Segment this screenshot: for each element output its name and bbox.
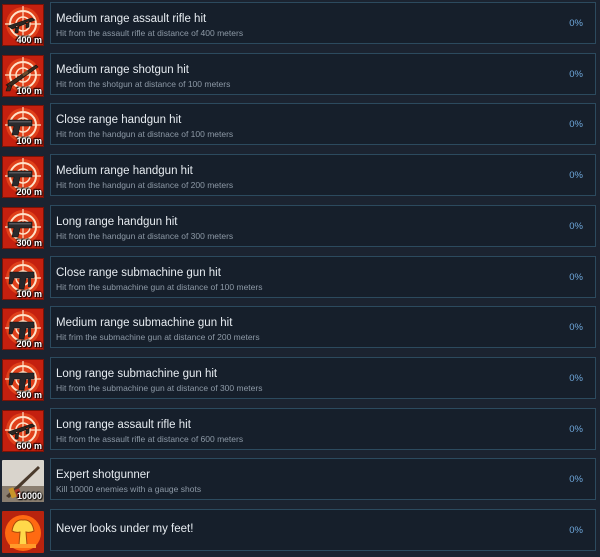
distance-badge: 400 m: [16, 35, 42, 45]
achievement-title: Close range handgun hit: [56, 114, 182, 127]
achievement-panel: Close range submachine gun hit Hit from t…: [50, 255, 596, 298]
handgun-target-icon: 300 m: [2, 206, 44, 249]
unlock-percentage: 0%: [569, 372, 583, 384]
submachine-gun-target-icon: 100 m: [2, 257, 44, 300]
achievement-panel: Close range handgun hit Hit from the hand…: [50, 103, 596, 146]
distance-badge: 300 m: [16, 389, 42, 400]
achievement-row: 100 m Medium range shotgun hit Hit from th…: [0, 52, 600, 99]
distance-badge: 10000: [16, 491, 42, 502]
achievement-title: Medium range assault rifle hit: [56, 13, 207, 25]
achievement-title: Expert shotgunner: [56, 469, 150, 482]
achievement-row: 600 m Long range assault rifle hit Hit fro…: [0, 407, 600, 454]
shotgun-target-icon: 100 m: [2, 54, 44, 97]
achievement-description: Hit from the assault rifle at distance o…: [56, 28, 244, 38]
achievement-title: Medium range submachine gun hit: [56, 317, 233, 330]
achievement-description: Hit from the handgun at distance of 200 …: [56, 180, 234, 191]
distance-badge: 100 m: [16, 288, 42, 299]
achievement-panel: Medium range handgun hit Hit from the han…: [50, 154, 596, 197]
achievement-title: Never looks under my feet!: [56, 523, 194, 535]
assault-rifle-target-icon: 400 m: [2, 4, 44, 46]
achievement-row: 300 m Long range handgun hit Hit from the …: [0, 204, 600, 251]
unlock-percentage: 0%: [569, 525, 583, 536]
achievement-title: Long range handgun hit: [56, 215, 178, 228]
handgun-target-icon: 200 m: [2, 156, 44, 199]
achievement-title: Medium range shotgun hit: [56, 63, 189, 76]
achievement-row: 200 m Medium range handgun hit Hit from th…: [0, 154, 600, 200]
unlock-percentage: 0%: [569, 220, 583, 232]
unlock-percentage: 0%: [569, 474, 583, 486]
explosion-icon: [2, 511, 44, 553]
achievement-panel: Medium range assault rifle hit Hit from t…: [50, 2, 596, 44]
distance-badge: 200 m: [16, 187, 42, 198]
achievement-panel: Long range handgun hit Hit from the handg…: [50, 204, 596, 247]
distance-badge: 100 m: [16, 136, 42, 147]
shotgun-shells-icon: 10000: [2, 460, 44, 503]
achievement-row: 100 m Close range handgun hit Hit from the…: [0, 103, 600, 149]
achievement-panel: Long range assault rifle hit Hit from the…: [50, 407, 596, 450]
distance-badge: 200 m: [16, 339, 42, 350]
distance-badge: 300 m: [16, 237, 42, 248]
assault-rifle-target-icon: 600 m: [2, 409, 44, 452]
unlock-percentage: 0%: [569, 271, 583, 283]
achievement-title: Close range submachine gun hit: [56, 266, 221, 279]
unlock-percentage: 0%: [569, 68, 583, 80]
achievement-description: Hit from the shotgun at distance of 100 …: [56, 78, 231, 89]
achievement-description: Hit from the assault rifle at distance o…: [56, 433, 244, 444]
achievement-panel: Never looks under my feet! 0%: [50, 509, 596, 551]
submachine-gun-target-icon: 200 m: [2, 308, 44, 351]
achievement-row: 200 m Medium range submachine gun hit Hit …: [0, 306, 600, 352]
achievement-row: 300 m Long range submachine gun hit Hit fr…: [0, 356, 600, 403]
achievement-description: Hit from the handgun at distance of 300 …: [56, 230, 234, 241]
achievement-description: Kill 10000 enemies with a gauge shots: [56, 484, 202, 495]
achievement-panel: Long range submachine gun hit Hit from th…: [50, 356, 596, 399]
achievement-row: 100 m Close range submachine gun hit Hit f…: [0, 255, 600, 302]
achievement-description: Hit from the handgun at distnace of 100 …: [56, 129, 234, 140]
achievement-panel: Medium range submachine gun hit Hit frim …: [50, 306, 596, 349]
unlock-percentage: 0%: [569, 18, 583, 29]
achievement-panel: Medium range shotgun hit Hit from the sho…: [50, 52, 596, 95]
achievement-title: Long range submachine gun hit: [56, 367, 218, 380]
unlock-percentage: 0%: [569, 322, 583, 334]
achievement-title: Long range assault rifle hit: [56, 418, 191, 431]
achievement-title: Medium range handgun hit: [56, 165, 193, 178]
achievement-row: Never looks under my feet! 0%: [0, 509, 600, 555]
submachine-gun-target-icon: 300 m: [2, 358, 44, 401]
unlock-percentage: 0%: [569, 170, 583, 182]
handgun-target-icon: 100 m: [2, 105, 44, 148]
distance-badge: 100 m: [16, 85, 42, 96]
achievement-row: 10000 Expert shotgunner Kill 10000 enemies…: [0, 458, 600, 504]
unlock-percentage: 0%: [569, 423, 583, 435]
achievement-description: Hit frim the submachine gun at distance …: [56, 332, 260, 343]
achievement-panel: Expert shotgunner Kill 10000 enemies with…: [50, 458, 596, 501]
distance-badge: 600 m: [16, 440, 42, 451]
unlock-percentage: 0%: [569, 119, 583, 131]
achievement-description: Hit from the submachine gun at distance …: [56, 281, 263, 292]
achievement-list: 400 m Medium range assault rifle hit Hit f…: [0, 0, 600, 557]
achievement-description: Hit from the submachine gun at distance …: [56, 382, 263, 393]
achievement-row: 400 m Medium range assault rifle hit Hit f…: [0, 2, 600, 48]
